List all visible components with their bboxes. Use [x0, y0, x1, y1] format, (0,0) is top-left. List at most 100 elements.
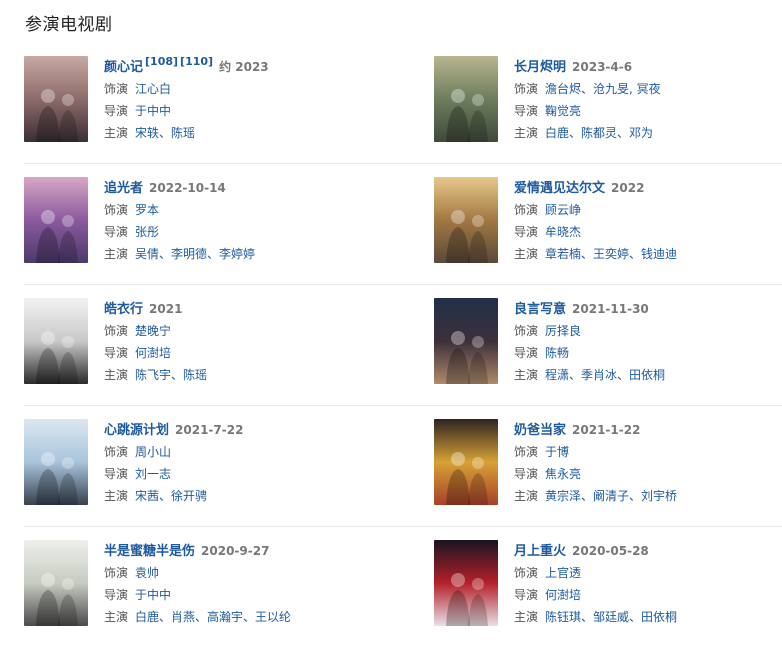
- director-value[interactable]: 于中中: [135, 104, 171, 118]
- series-info: 皓衣行 2021 饰演 楚晚宁 导演 何澍培 主演 陈飞宇、陈瑶: [104, 298, 394, 384]
- air-date: 2021-1-22: [572, 423, 641, 437]
- role-value[interactable]: 罗本: [135, 203, 159, 217]
- cast-row: 主演 吴倩、李明德、李婷婷: [104, 245, 394, 263]
- role-value[interactable]: 厉择良: [545, 324, 581, 338]
- poster-image[interactable]: [24, 419, 88, 505]
- poster-artwork: [24, 56, 88, 142]
- series-info: 半是蜜糖半是伤 2020-9-27 饰演 袁帅 导演 于中中 主演 白鹿、肖燕、高瀚宇、王以纶: [104, 540, 394, 626]
- poster-image[interactable]: [434, 419, 498, 505]
- director-label: 导演: [104, 104, 129, 118]
- director-row: 导演 于中中: [104, 586, 394, 604]
- role-label: 饰演: [104, 203, 129, 217]
- air-date: 2022: [611, 181, 645, 195]
- director-value[interactable]: 何澍培: [545, 588, 581, 602]
- director-value[interactable]: 鞠觉亮: [545, 104, 581, 118]
- role-value[interactable]: 澹台烬、沧九旻, 冥夜: [545, 82, 661, 96]
- role-label: 饰演: [514, 566, 539, 580]
- series-title-link[interactable]: 月上重火: [514, 544, 566, 559]
- cast-row: 主演 陈钰琪、邹廷威、田依桐: [514, 608, 782, 626]
- series-title-link[interactable]: 良言写意: [514, 302, 566, 317]
- cast-value[interactable]: 陈飞宇、陈瑶: [135, 368, 207, 382]
- series-title-link[interactable]: 皓衣行: [104, 302, 143, 317]
- poster-image[interactable]: [24, 298, 88, 384]
- citation-link[interactable]: [110]: [180, 55, 213, 68]
- tv-series-item: 皓衣行 2021 饰演 楚晚宁 导演 何澍培 主演 陈飞宇、陈瑶: [24, 298, 394, 408]
- series-info: 奶爸当家 2021-1-22 饰演 于博 导演 焦永亮 主演 黄宗泽、阚清子、刘宇桥: [514, 419, 782, 505]
- director-value[interactable]: 张彤: [135, 225, 159, 239]
- role-value[interactable]: 袁帅: [135, 566, 159, 580]
- tv-series-item: 颜心记 [108] [110] 约 2023 饰演 江心白 导演 于中中 主演 宋轶、陈瑶: [24, 55, 394, 166]
- cast-row: 主演 黄宗泽、阚清子、刘宇桥: [514, 487, 782, 505]
- role-value[interactable]: 顾云峥: [545, 203, 581, 217]
- series-title-link[interactable]: 心跳源计划: [104, 423, 169, 438]
- poster-image[interactable]: [434, 56, 498, 142]
- director-value[interactable]: 刘一志: [135, 467, 171, 481]
- cast-label: 主演: [514, 368, 539, 382]
- poster-image[interactable]: [24, 540, 88, 626]
- cast-value[interactable]: 陈钰琪、邹廷威、田依桐: [545, 610, 677, 624]
- title-row: 颜心记 [108] [110] 约 2023: [104, 55, 394, 76]
- series-info: 追光者 2022-10-14 饰演 罗本 导演 张彤 主演 吴倩、李明德、李婷婷: [104, 177, 394, 263]
- director-label: 导演: [104, 467, 129, 481]
- series-title-link[interactable]: 半是蜜糖半是伤: [104, 544, 195, 559]
- cast-label: 主演: [104, 610, 129, 624]
- citation-link[interactable]: [108]: [145, 55, 178, 68]
- poster-artwork: [24, 540, 88, 626]
- poster-image[interactable]: [24, 177, 88, 263]
- role-value[interactable]: 上官透: [545, 566, 581, 580]
- cast-value[interactable]: 白鹿、陈都灵、邓为: [545, 126, 653, 140]
- cast-row: 主演 白鹿、陈都灵、邓为: [514, 124, 782, 142]
- role-row: 饰演 澹台烬、沧九旻, 冥夜: [514, 80, 782, 98]
- director-row: 导演 焦永亮: [514, 465, 782, 483]
- cast-value[interactable]: 宋轶、陈瑶: [135, 126, 195, 140]
- air-date: 2021-7-22: [175, 423, 244, 437]
- director-row: 导演 于中中: [104, 102, 394, 120]
- title-row: 良言写意 2021-11-30: [514, 298, 782, 318]
- director-row: 导演 何澍培: [104, 344, 394, 362]
- role-label: 饰演: [104, 324, 129, 338]
- director-value[interactable]: 陈畅: [545, 346, 569, 360]
- role-value[interactable]: 周小山: [135, 445, 171, 459]
- cast-label: 主演: [514, 610, 539, 624]
- director-row: 导演 何澍培: [514, 586, 782, 604]
- air-date: 约 2023: [219, 60, 269, 74]
- role-value[interactable]: 楚晚宁: [135, 324, 171, 338]
- director-value[interactable]: 于中中: [135, 588, 171, 602]
- poster-image[interactable]: [434, 540, 498, 626]
- cast-value[interactable]: 程潇、季肖冰、田依桐: [545, 368, 665, 382]
- tv-series-item: 良言写意 2021-11-30 饰演 厉择良 导演 陈畅 主演 程潇、季肖冰、田依桐: [434, 298, 782, 408]
- title-row: 长月烬明 2023-4-6: [514, 56, 782, 76]
- director-label: 导演: [104, 588, 129, 602]
- poster-image[interactable]: [434, 298, 498, 384]
- role-label: 饰演: [104, 445, 129, 459]
- tv-series-item: 爱情遇见达尔文 2022 饰演 顾云峥 导演 牟晓杰 主演 章若楠、王奕婷、钱迪迪: [434, 177, 782, 287]
- cast-value[interactable]: 章若楠、王奕婷、钱迪迪: [545, 247, 677, 261]
- role-row: 饰演 顾云峥: [514, 201, 782, 219]
- cast-value[interactable]: 白鹿、肖燕、高瀚宇、王以纶: [135, 610, 291, 624]
- director-value[interactable]: 牟晓杰: [545, 225, 581, 239]
- air-date: 2020-05-28: [572, 544, 649, 558]
- role-row: 饰演 上官透: [514, 564, 782, 582]
- poster-image[interactable]: [24, 56, 88, 142]
- series-title-link[interactable]: 奶爸当家: [514, 423, 566, 438]
- air-date: 2022-10-14: [149, 181, 226, 195]
- series-title-link[interactable]: 爱情遇见达尔文: [514, 181, 605, 196]
- cast-value[interactable]: 黄宗泽、阚清子、刘宇桥: [545, 489, 677, 503]
- series-title-link[interactable]: 颜心记: [104, 60, 143, 75]
- title-row: 奶爸当家 2021-1-22: [514, 419, 782, 439]
- cast-row: 主演 宋茜、徐开骋: [104, 487, 394, 505]
- series-title-link[interactable]: 追光者: [104, 181, 143, 196]
- role-row: 饰演 江心白: [104, 80, 394, 98]
- cast-value[interactable]: 宋茜、徐开骋: [135, 489, 207, 503]
- director-value[interactable]: 何澍培: [135, 346, 171, 360]
- director-row: 导演 陈畅: [514, 344, 782, 362]
- director-value[interactable]: 焦永亮: [545, 467, 581, 481]
- title-row: 爱情遇见达尔文 2022: [514, 177, 782, 197]
- role-value[interactable]: 于博: [545, 445, 569, 459]
- series-title-link[interactable]: 长月烬明: [514, 60, 566, 75]
- poster-artwork: [434, 56, 498, 142]
- role-value[interactable]: 江心白: [135, 82, 171, 96]
- cast-value[interactable]: 吴倩、李明德、李婷婷: [135, 247, 255, 261]
- poster-image[interactable]: [434, 177, 498, 263]
- director-row: 导演 鞠觉亮: [514, 102, 782, 120]
